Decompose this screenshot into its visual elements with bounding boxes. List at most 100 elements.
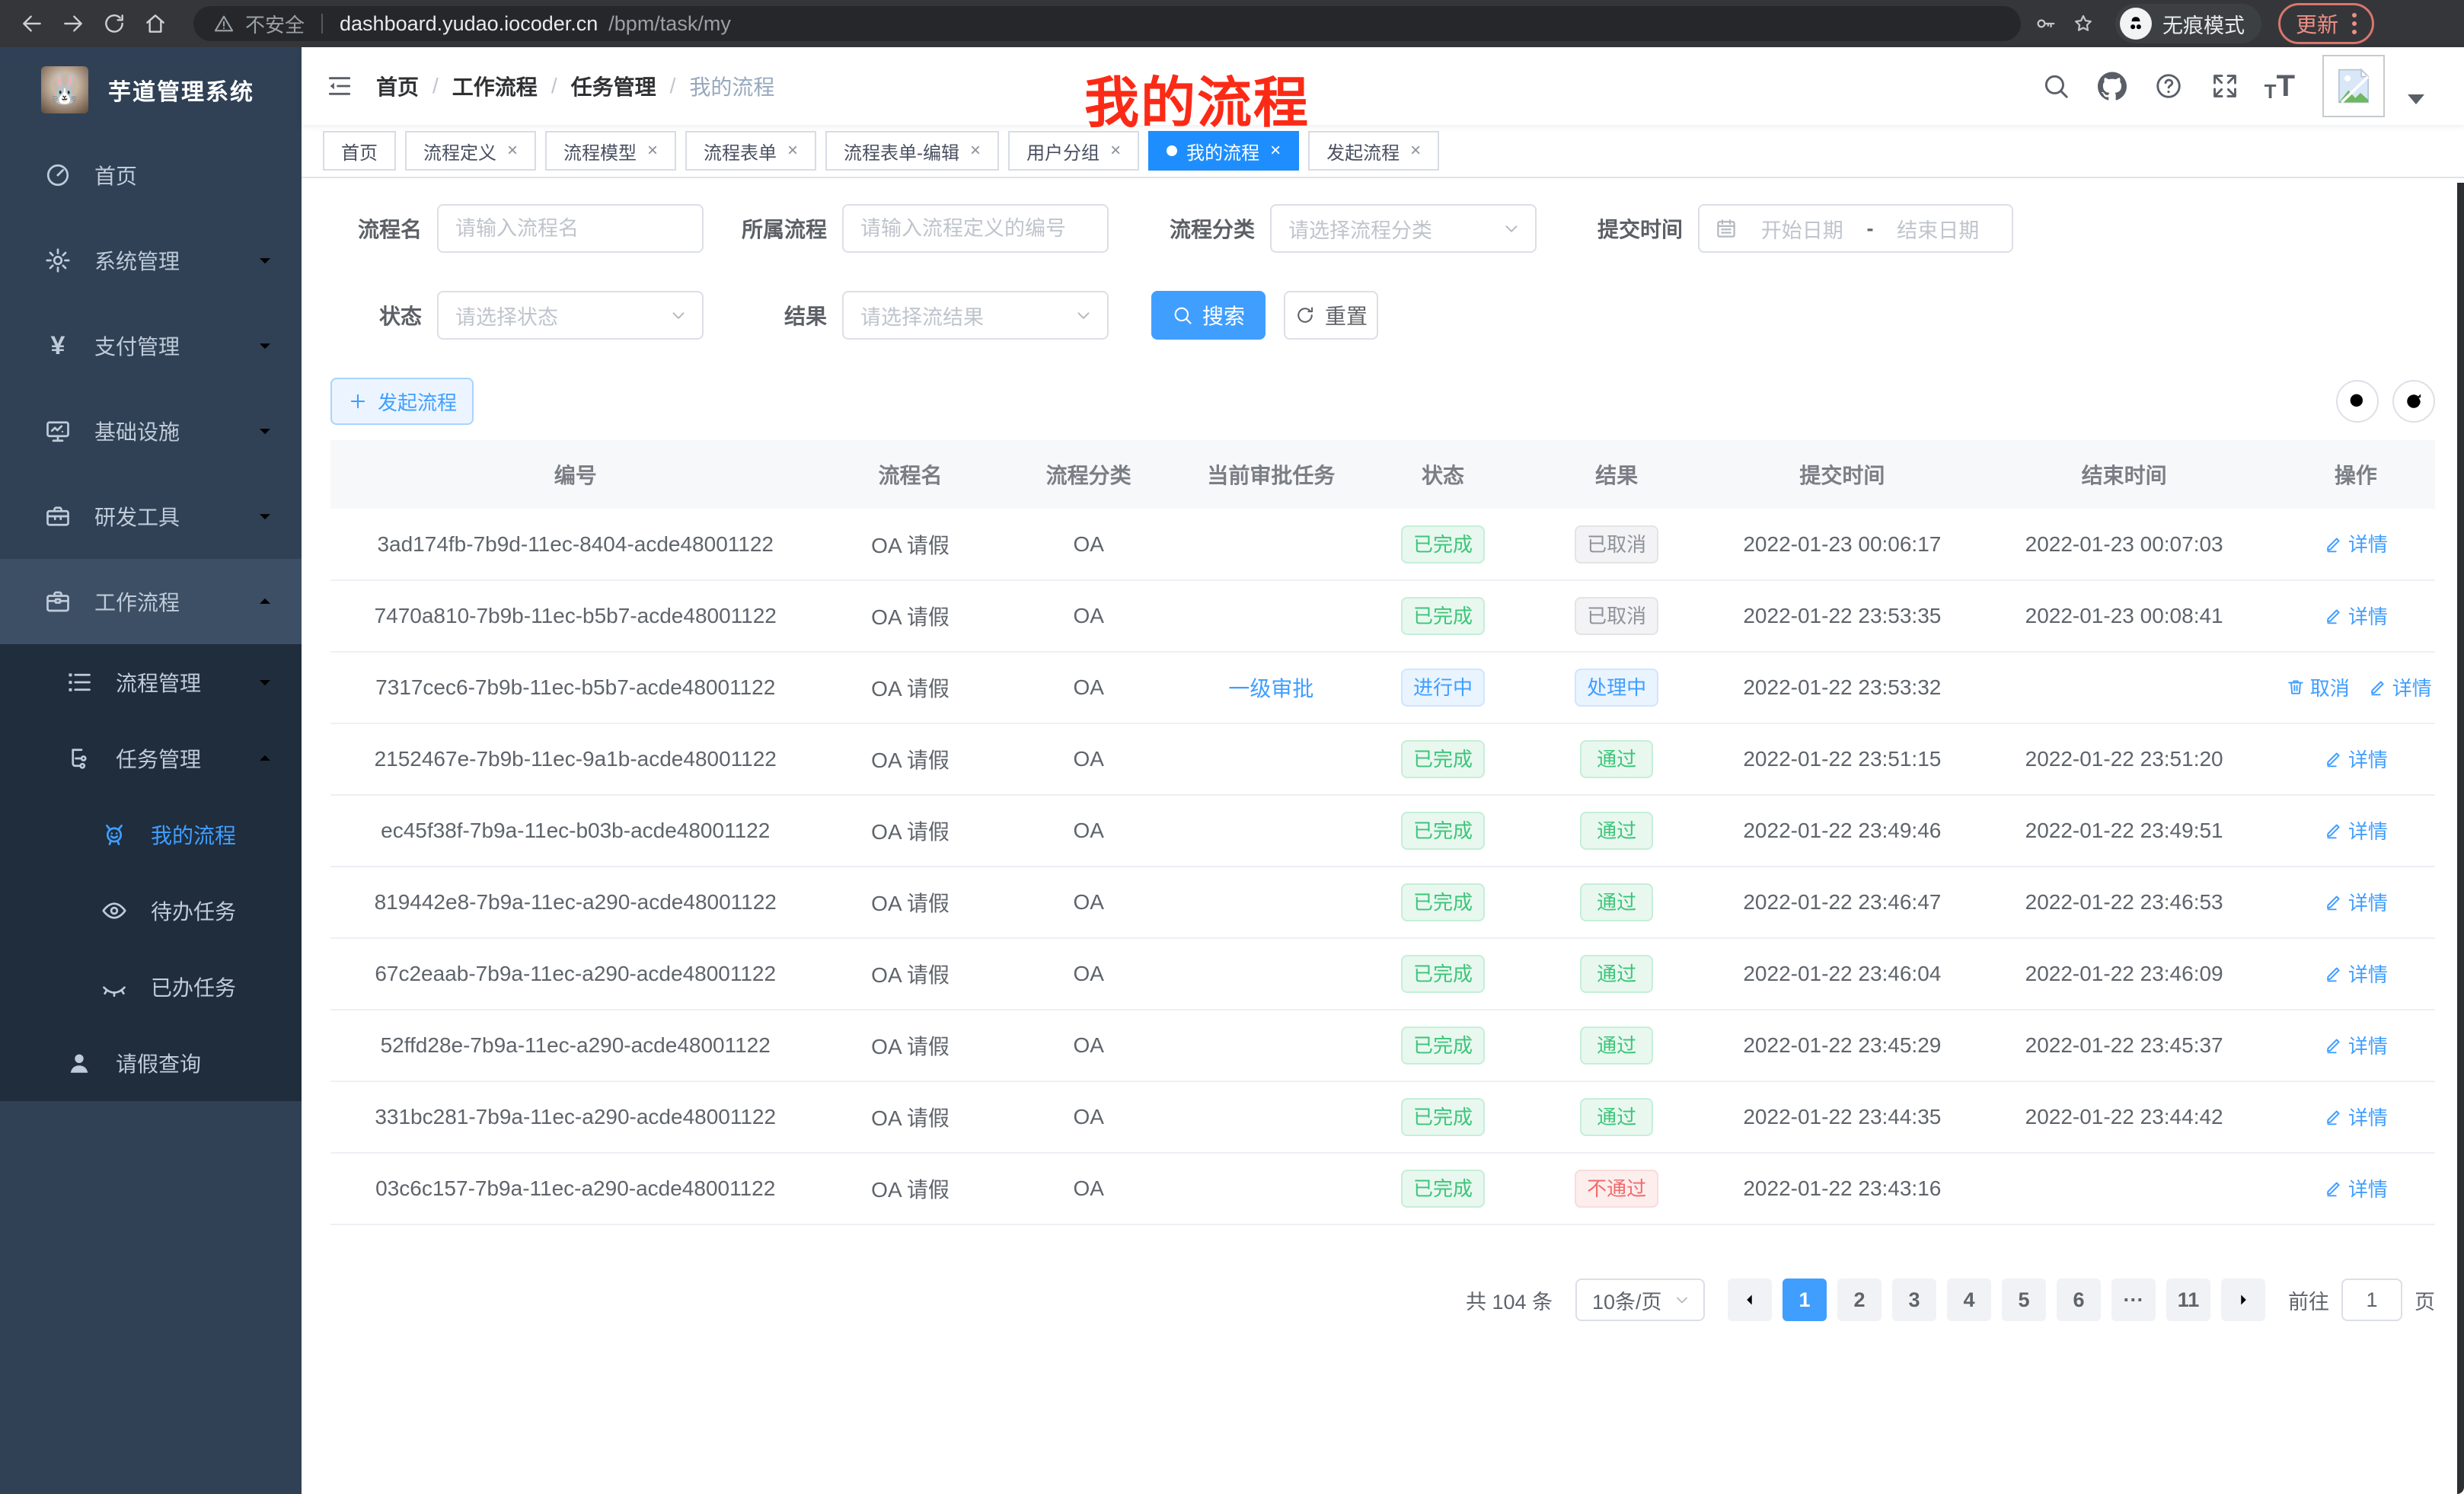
action-detail-link[interactable]: 详情 <box>2324 1103 2388 1131</box>
reload-icon[interactable] <box>99 8 129 39</box>
help-icon[interactable] <box>2152 69 2185 103</box>
gear-icon <box>43 245 73 276</box>
action-detail-link[interactable]: 详情 <box>2324 959 2388 988</box>
tab-close-icon[interactable]: × <box>1110 142 1121 160</box>
goto-page-input[interactable] <box>2341 1279 2402 1321</box>
tab-start-process[interactable]: 发起流程× <box>1308 131 1439 171</box>
app-logo[interactable]: 🐰 芋道管理系统 <box>0 47 302 132</box>
github-icon[interactable] <box>2095 69 2129 103</box>
action-cancel-link[interactable]: 取消 <box>2286 673 2350 701</box>
reset-button[interactable]: 重置 <box>1284 291 1378 340</box>
cell-end-time: 2022-01-22 23:46:09 <box>1971 938 2276 1010</box>
page-11-button[interactable]: 11 <box>2166 1279 2210 1321</box>
sidebar-item-system[interactable]: 系统管理 <box>0 218 302 303</box>
tab-close-icon[interactable]: × <box>1270 142 1281 160</box>
cell-current-task <box>1177 867 1365 938</box>
key-icon[interactable] <box>2032 10 2059 37</box>
status-select[interactable]: 请选择状态 <box>437 291 704 340</box>
search-button[interactable]: 搜索 <box>1151 291 1266 340</box>
sidebar-item-todo-tasks[interactable]: 待办任务 <box>0 873 302 949</box>
page-6-button[interactable]: 6 <box>2057 1279 2101 1321</box>
prev-page-button[interactable] <box>1728 1279 1772 1321</box>
cell-submit-time: 2022-01-22 23:43:16 <box>1712 1153 1971 1224</box>
address-bar[interactable]: 不安全 dashboard.yudao.iocoder.cn/bpm/task/… <box>193 6 2021 41</box>
fullscreen-icon[interactable] <box>2208 69 2242 103</box>
avatar-caret-icon[interactable] <box>2408 94 2424 104</box>
sidebar-item-task-mgmt[interactable]: 任务管理 <box>0 720 302 796</box>
sidebar-item-devtools[interactable]: 研发工具 <box>0 474 302 559</box>
action-detail-link[interactable]: 详情 <box>2324 529 2388 557</box>
action-detail-link[interactable]: 详情 <box>2324 816 2388 844</box>
breadcrumb-item-workflow[interactable]: 工作流程 <box>452 71 538 101</box>
page-4-button[interactable]: 4 <box>1947 1279 1991 1321</box>
browser-menu-icon[interactable] <box>2352 13 2357 34</box>
tab-close-icon[interactable]: × <box>507 142 518 160</box>
tab-home[interactable]: 首页 <box>323 131 396 171</box>
page-2-button[interactable]: 2 <box>1837 1279 1882 1321</box>
action-detail-link[interactable]: 详情 <box>2324 888 2388 916</box>
process-name-input[interactable] <box>455 217 685 241</box>
hamburger-icon[interactable] <box>323 69 356 103</box>
sidebar-item-label: 系统管理 <box>94 245 180 276</box>
back-icon[interactable] <box>17 8 47 39</box>
sidebar-item-process-mgmt[interactable]: 流程管理 <box>0 644 302 720</box>
sidebar-item-leave-query[interactable]: 请假查询 <box>0 1025 302 1101</box>
page-5-button[interactable]: 5 <box>2002 1279 2046 1321</box>
cell-status: 已完成 <box>1365 938 1521 1010</box>
tab-process-form[interactable]: 流程表单× <box>685 131 816 171</box>
sidebar-item-done-tasks[interactable]: 已办任务 <box>0 949 302 1025</box>
sidebar-item-home[interactable]: 首页 <box>0 132 302 218</box>
forward-icon[interactable] <box>58 8 88 39</box>
goto-label: 前往 <box>2288 1285 2329 1315</box>
page-3-button[interactable]: 3 <box>1892 1279 1936 1321</box>
breadcrumb-item-home[interactable]: 首页 <box>376 71 419 101</box>
approve-task-link[interactable]: 一级审批 <box>1228 677 1313 701</box>
page-1-button[interactable]: 1 <box>1783 1279 1827 1321</box>
search-icon[interactable] <box>2039 69 2073 103</box>
edit-icon <box>2324 1178 2344 1198</box>
tab-close-icon[interactable]: × <box>787 142 798 160</box>
cell-category: OA <box>1001 938 1177 1010</box>
process-category-select[interactable]: 请选择流程分类 <box>1270 204 1537 253</box>
start-process-button[interactable]: 发起流程 <box>330 378 474 425</box>
process-table: 编号流程名流程分类当前审批任务状态结果提交时间结束时间操作 3ad174fb-7… <box>330 440 2435 1225</box>
submit-time-range-picker[interactable]: 开始日期 - 结束日期 <box>1698 204 2013 253</box>
process-definition-input[interactable] <box>860 217 1090 241</box>
sidebar-item-workflow[interactable]: 工作流程 <box>0 559 302 644</box>
sidebar-item-payment[interactable]: ¥支付管理 <box>0 303 302 388</box>
page-ellipsis-button[interactable]: ··· <box>2111 1279 2156 1321</box>
tab-process-form-edit[interactable]: 流程表单-编辑× <box>825 131 999 171</box>
next-page-button[interactable] <box>2221 1279 2265 1321</box>
home-icon[interactable] <box>140 8 171 39</box>
action-detail-link[interactable]: 详情 <box>2324 745 2388 773</box>
tab-close-icon[interactable]: × <box>647 142 658 160</box>
sidebar-item-label: 研发工具 <box>94 501 180 532</box>
tab-process-model[interactable]: 流程模型× <box>545 131 676 171</box>
font-size-icon[interactable]: TT <box>2265 71 2295 101</box>
breadcrumb-item-task-mgmt[interactable]: 任务管理 <box>571 71 656 101</box>
status-label: 状态 <box>330 300 422 330</box>
bookmark-star-icon[interactable] <box>2070 10 2097 37</box>
action-detail-link[interactable]: 详情 <box>2324 1031 2388 1059</box>
refresh-table-button[interactable] <box>2392 380 2435 423</box>
result-select[interactable]: 请选择流结果 <box>842 291 1109 340</box>
cell-result: 通过 <box>1521 1081 1712 1153</box>
action-detail-link[interactable]: 详情 <box>2324 1174 2388 1202</box>
toggle-search-button[interactable] <box>2336 380 2379 423</box>
incognito-badge[interactable]: 无痕模式 <box>2115 4 2261 43</box>
tab-close-icon[interactable]: × <box>970 142 981 160</box>
start-date-placeholder: 开始日期 <box>1744 214 1861 244</box>
window-edge-scrollbar[interactable] <box>2457 183 2464 1494</box>
action-detail-link[interactable]: 详情 <box>2324 602 2388 630</box>
cell-actions: 详情 <box>2277 1010 2435 1081</box>
avatar[interactable] <box>2322 55 2385 117</box>
tab-close-icon[interactable]: × <box>1410 142 1421 160</box>
sidebar-item-my-process[interactable]: 我的流程 <box>0 796 302 873</box>
sidebar-item-infra[interactable]: 基础设施 <box>0 388 302 474</box>
action-detail-link[interactable]: 详情 <box>2368 673 2432 701</box>
breadcrumb-separator: / <box>432 74 439 98</box>
cell-id: 2152467e-7b9b-11ec-9a1b-acde48001122 <box>330 723 820 795</box>
browser-update-button[interactable]: 更新 <box>2278 3 2374 44</box>
page-size-select[interactable]: 10条/页 <box>1575 1279 1705 1321</box>
tab-process-definition[interactable]: 流程定义× <box>405 131 536 171</box>
